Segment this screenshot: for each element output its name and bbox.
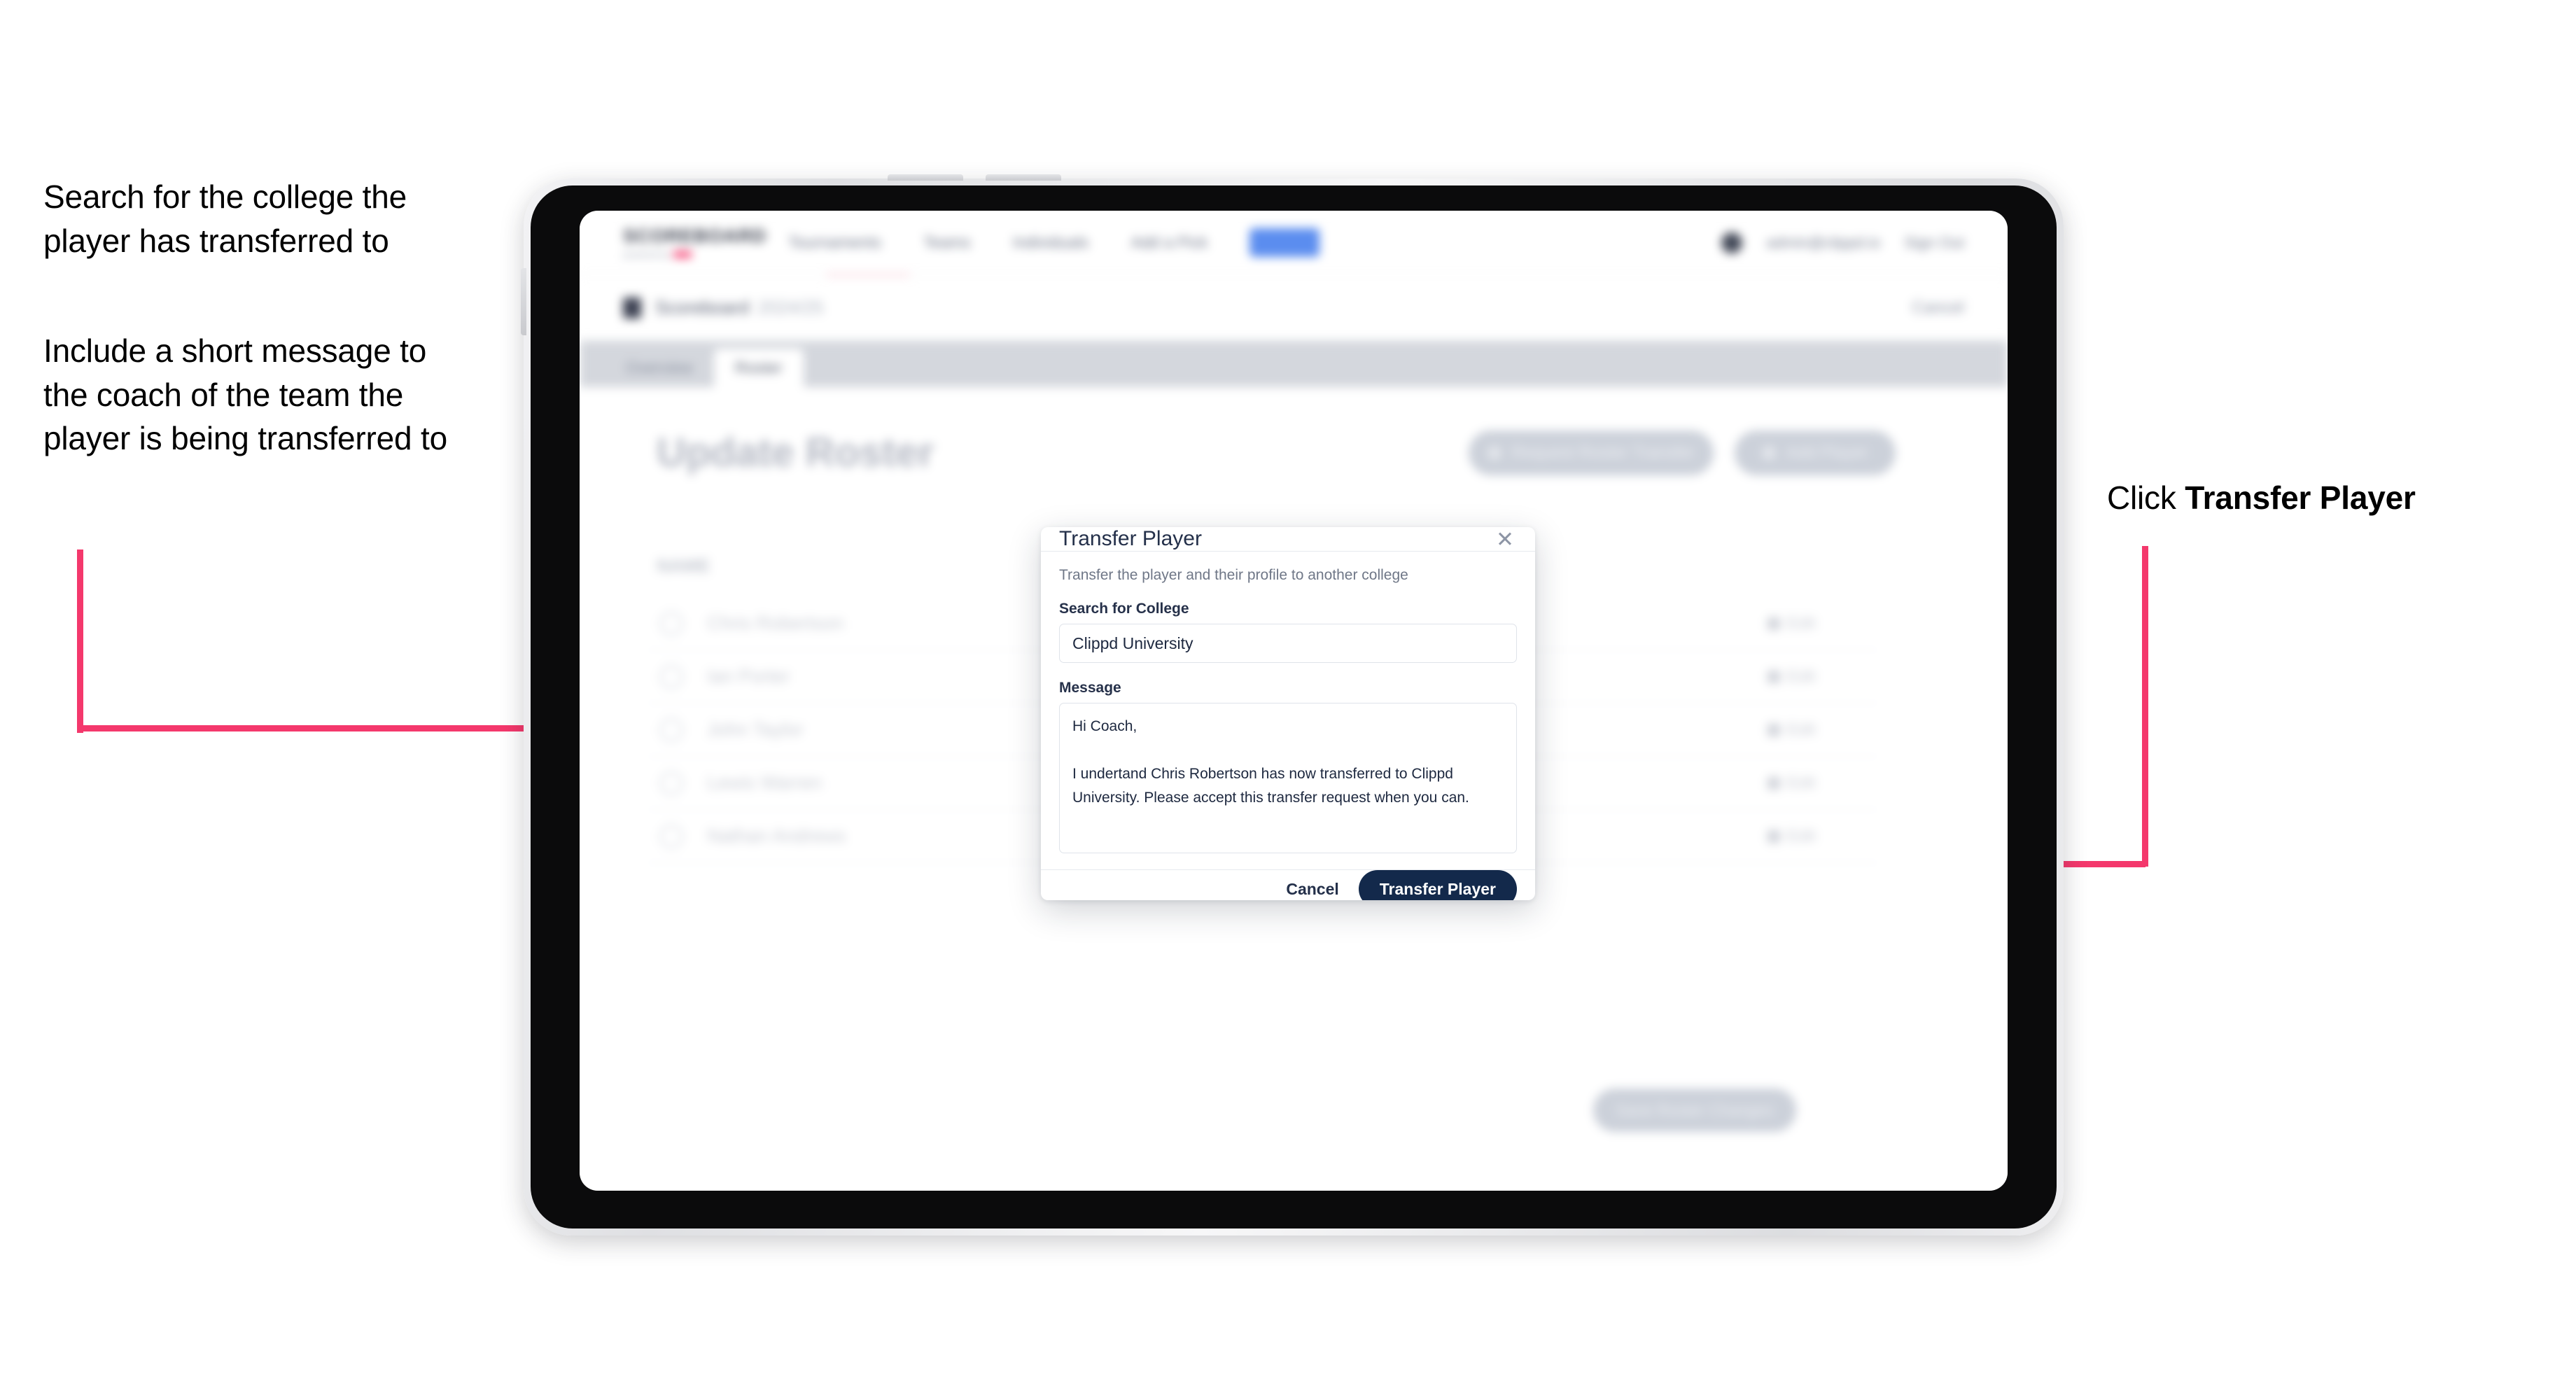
pencil-icon — [1767, 776, 1780, 790]
brand-subtitle: powered by — [623, 249, 728, 260]
shield-icon — [623, 297, 641, 318]
brand-name: SCOREBOARD — [623, 225, 767, 246]
row-edit-button[interactable]: Edit — [1767, 613, 1816, 634]
transfer-icon — [1488, 446, 1502, 460]
row-edit-label: Edit — [1786, 613, 1816, 633]
row-edit-button[interactable]: Edit — [1767, 666, 1816, 687]
cancel-button[interactable]: Cancel — [1286, 880, 1338, 899]
player-name: Ian Porter — [707, 666, 790, 687]
transfer-player-button[interactable]: Transfer Player — [1358, 870, 1517, 900]
save-roster-changes-button[interactable]: Save Roster Changes — [1593, 1088, 1796, 1132]
message-textarea[interactable] — [1059, 703, 1517, 853]
request-roster-transfer-button[interactable]: Request Roster Transfer — [1469, 430, 1714, 475]
message-field-label: Message — [1059, 680, 1121, 696]
user-email: admin@clippd.io — [1766, 233, 1881, 251]
nav-item-roster[interactable]: Roster — [1250, 228, 1320, 257]
annotation-include-message: Include a short message to the coach of … — [43, 332, 447, 457]
app-header: SCOREBOARD powered by Tournaments Teams … — [580, 211, 2008, 275]
subbar-title: Scoreboard — [655, 297, 750, 318]
power-button[interactable] — [521, 268, 526, 335]
brand-mark-icon — [673, 251, 692, 258]
tab-overview[interactable]: Overview — [605, 349, 714, 387]
tab-roster[interactable]: Roster — [713, 349, 804, 387]
app-tab-bar: Overview Roster — [580, 341, 2008, 387]
pencil-icon — [1767, 617, 1780, 630]
annotation-click-transfer: Click Transfer Player — [2107, 476, 2555, 520]
row-edit-button[interactable]: Edit — [1767, 720, 1816, 740]
subbar-season: 2024/25 — [757, 297, 824, 318]
pointer-arrow-right-vertical — [2142, 546, 2148, 867]
row-edit-label: Edit — [1786, 773, 1816, 792]
row-edit-label: Edit — [1786, 826, 1816, 846]
row-edit-label: Edit — [1786, 666, 1816, 686]
row-select-checkbox[interactable] — [659, 771, 683, 795]
page-title: Update Roster — [657, 430, 934, 475]
header-right-cluster: admin@clippd.io Sign Out — [1721, 232, 1964, 253]
row-select-checkbox[interactable] — [659, 664, 683, 689]
pencil-icon — [1767, 830, 1780, 843]
row-edit-label: Edit — [1786, 720, 1816, 739]
brand-sub-text: powered by — [623, 249, 671, 260]
roster-column-header: NAME — [657, 555, 710, 576]
player-name: Nathan Andrews — [707, 825, 846, 846]
pencil-icon — [1767, 670, 1780, 683]
modal-title: Transfer Player — [1059, 527, 1202, 550]
modal-description: Transfer the player and their profile to… — [1059, 567, 1408, 583]
app-logo[interactable]: SCOREBOARD powered by — [623, 225, 767, 260]
row-edit-button[interactable]: Edit — [1767, 826, 1816, 846]
volume-up-button[interactable] — [888, 174, 963, 181]
avatar[interactable] — [1721, 232, 1743, 253]
player-name: John Taylor — [707, 719, 804, 740]
row-select-checkbox[interactable] — [659, 718, 683, 742]
tablet-device-frame: SCOREBOARD powered by Tournaments Teams … — [521, 174, 2064, 1236]
row-edit-button[interactable]: Edit — [1767, 773, 1816, 793]
search-college-input[interactable] — [1059, 624, 1517, 663]
annotation-click-prefix: Click — [2107, 479, 2185, 516]
college-field-label: Search for College — [1059, 601, 1189, 617]
player-name: Lewis Warren — [707, 772, 822, 793]
main-navigation: Tournaments Teams Individuals Add a Pick… — [788, 228, 1320, 257]
pointer-arrow-left-vertical — [77, 550, 83, 733]
modal-footer: Cancel Transfer Player — [1041, 869, 1535, 900]
annotation-search-college: Search for the college the player has tr… — [43, 178, 407, 259]
nav-item-teams[interactable]: Teams — [923, 233, 971, 252]
add-player-button[interactable]: Add Player — [1735, 430, 1896, 475]
request-roster-transfer-label: Request Roster Transfer — [1511, 443, 1695, 462]
plus-icon — [1762, 446, 1777, 460]
close-icon[interactable]: ✕ — [1493, 527, 1517, 551]
nav-item-tournaments[interactable]: Tournaments — [788, 233, 881, 252]
add-player-label: Add Player — [1786, 443, 1868, 462]
pencil-icon — [1767, 723, 1780, 736]
player-name: Chris Robertson — [707, 612, 844, 634]
annotation-click-strong: Transfer Player — [2185, 479, 2416, 516]
tablet-screen: SCOREBOARD powered by Tournaments Teams … — [580, 211, 2008, 1191]
modal-header: Transfer Player ✕ — [1041, 527, 1535, 552]
sign-out-link[interactable]: Sign Out — [1904, 234, 1964, 252]
nav-item-add-a-pick[interactable]: Add a Pick — [1130, 233, 1208, 252]
subbar-cancel-link[interactable]: Cancel — [1912, 298, 1964, 318]
screenshot-stage: Search for the college the player has tr… — [0, 0, 2576, 1386]
app-subbar: Scoreboard 2024/25 Cancel — [580, 276, 2008, 340]
transfer-player-modal: Transfer Player ✕ Transfer the player an… — [1041, 527, 1535, 900]
modal-body: Transfer the player and their profile to… — [1041, 552, 1535, 869]
row-select-checkbox[interactable] — [659, 611, 683, 636]
nav-item-individuals[interactable]: Individuals — [1013, 233, 1089, 252]
volume-down-button[interactable] — [986, 174, 1061, 181]
row-select-checkbox[interactable] — [659, 824, 683, 848]
